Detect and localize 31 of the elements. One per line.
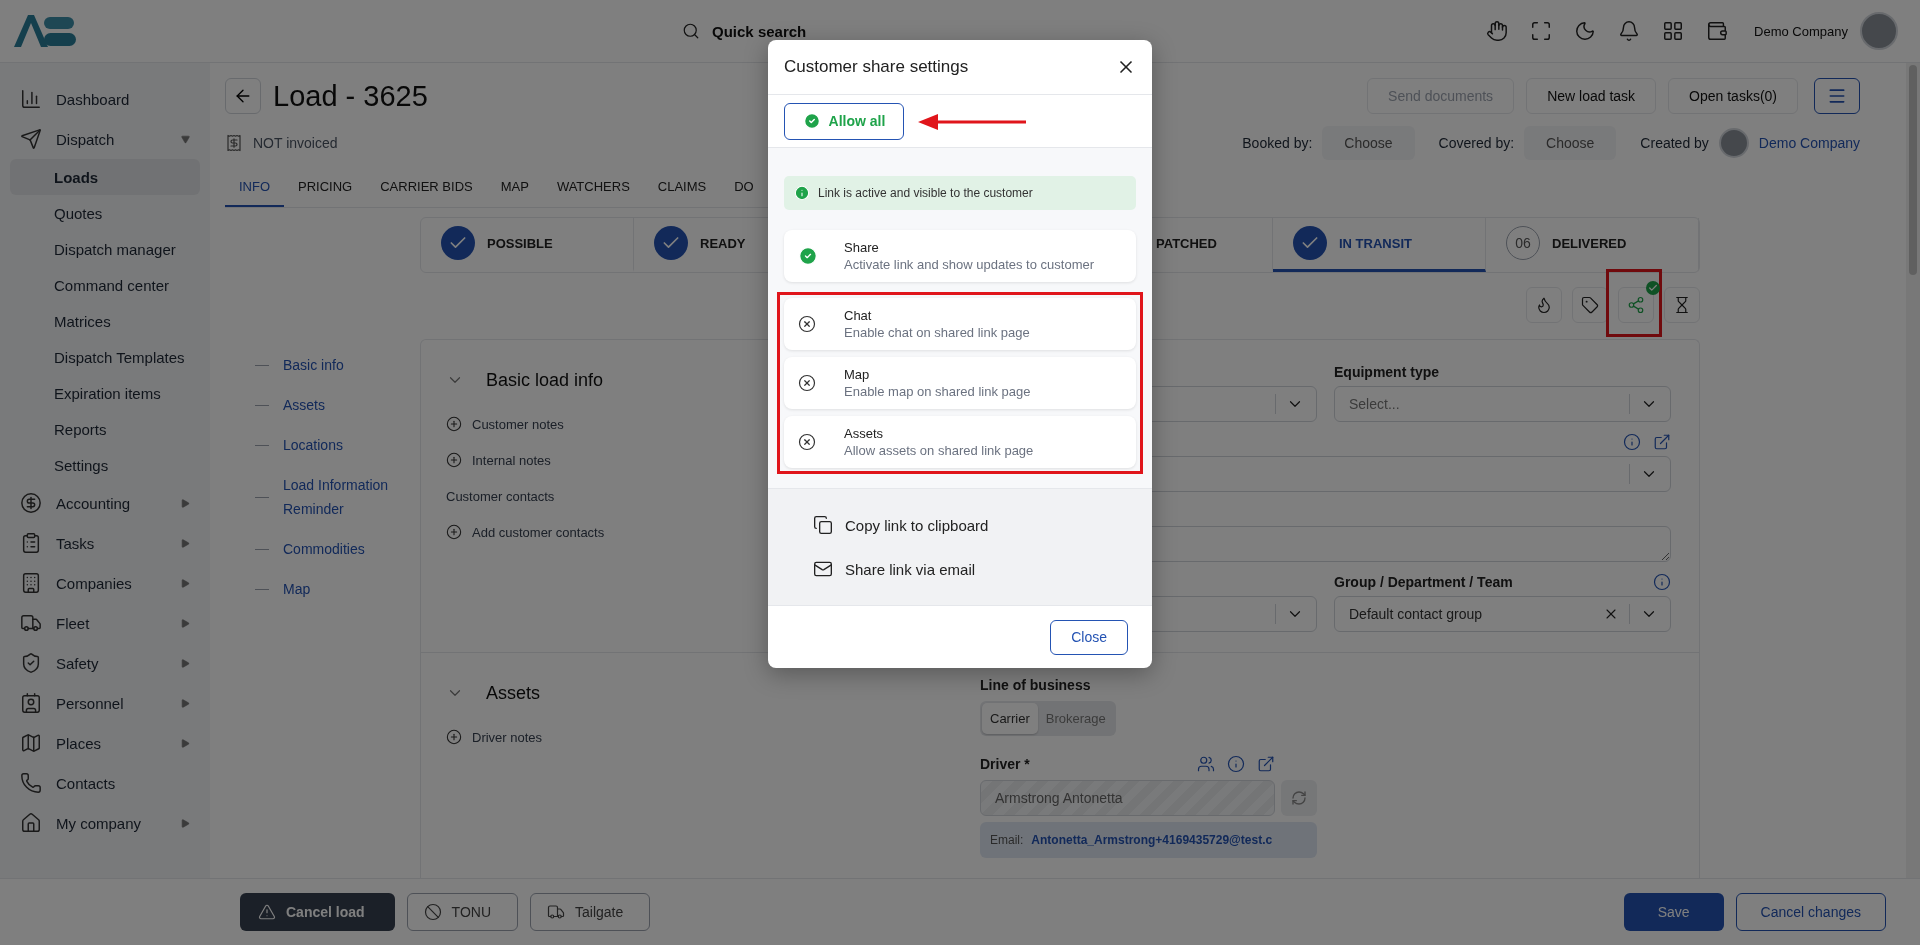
dialog-title: Customer share settings (784, 57, 969, 77)
option-description: Allow assets on shared link page (844, 443, 1034, 458)
field-label: Covered by: (1438, 135, 1515, 152)
option-title: Assets (844, 426, 884, 441)
invoice-status: NOT invoiced (253, 135, 338, 152)
step-label: DELIVERED (1552, 235, 1627, 251)
field-label: Created by (1640, 135, 1709, 152)
step-label: POSSIBLE (487, 235, 553, 251)
field-label: Booked by: (1242, 135, 1313, 152)
option-title: Share (844, 240, 880, 255)
field-label: Group / Department / Team (1334, 574, 1513, 590)
select-value: Default contact group (1349, 606, 1484, 622)
section-title: Basic load info (486, 369, 604, 391)
step-label: IN TRANSIT (1339, 235, 1412, 251)
field-label: Driver * (980, 756, 1030, 772)
option-description: Enable chat on shared link page (844, 325, 1030, 340)
step-label: READY (700, 235, 746, 251)
select-value: Select... (1349, 396, 1401, 412)
company-name: Demo Company (1754, 23, 1848, 39)
step-label: PATCHED (1156, 235, 1217, 251)
page-title: Load - 3625 (273, 79, 428, 113)
field-label: Equipment type (1334, 364, 1439, 380)
option-description: Activate link and show updates to customer (844, 257, 1095, 272)
subsection-label: Customer contacts (446, 487, 556, 506)
section-title: Assets (486, 682, 541, 704)
email-label: Email: (990, 833, 1024, 847)
option-title: Map (844, 367, 871, 382)
banner-text: Link is active and visible to the customer (818, 186, 1033, 200)
field-label: Line of business (980, 677, 1091, 693)
option-title: Chat (844, 308, 873, 323)
option-description: Enable map on shared link page (844, 384, 1031, 399)
